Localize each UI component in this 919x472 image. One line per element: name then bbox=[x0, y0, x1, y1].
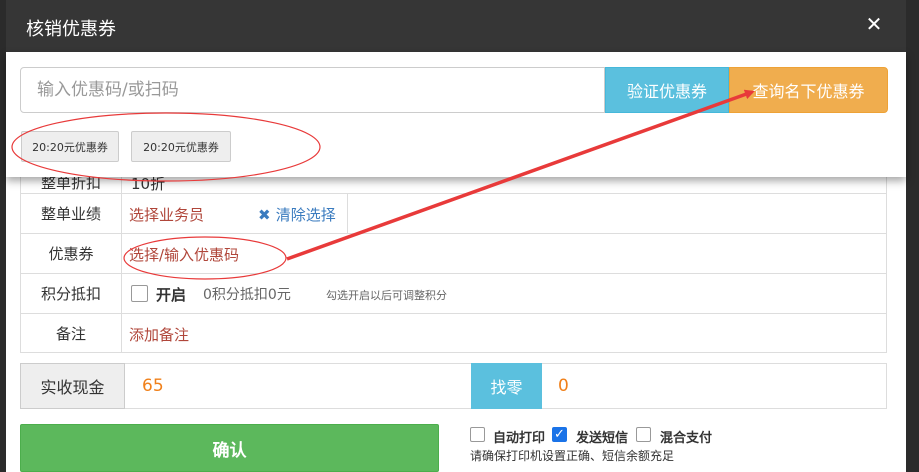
annotation-arrow bbox=[286, 89, 755, 261]
annotation-ellipse-coupons bbox=[11, 112, 321, 182]
annotation-ellipse-coupon-link bbox=[123, 236, 287, 280]
annotation-overlay bbox=[11, 89, 755, 280]
